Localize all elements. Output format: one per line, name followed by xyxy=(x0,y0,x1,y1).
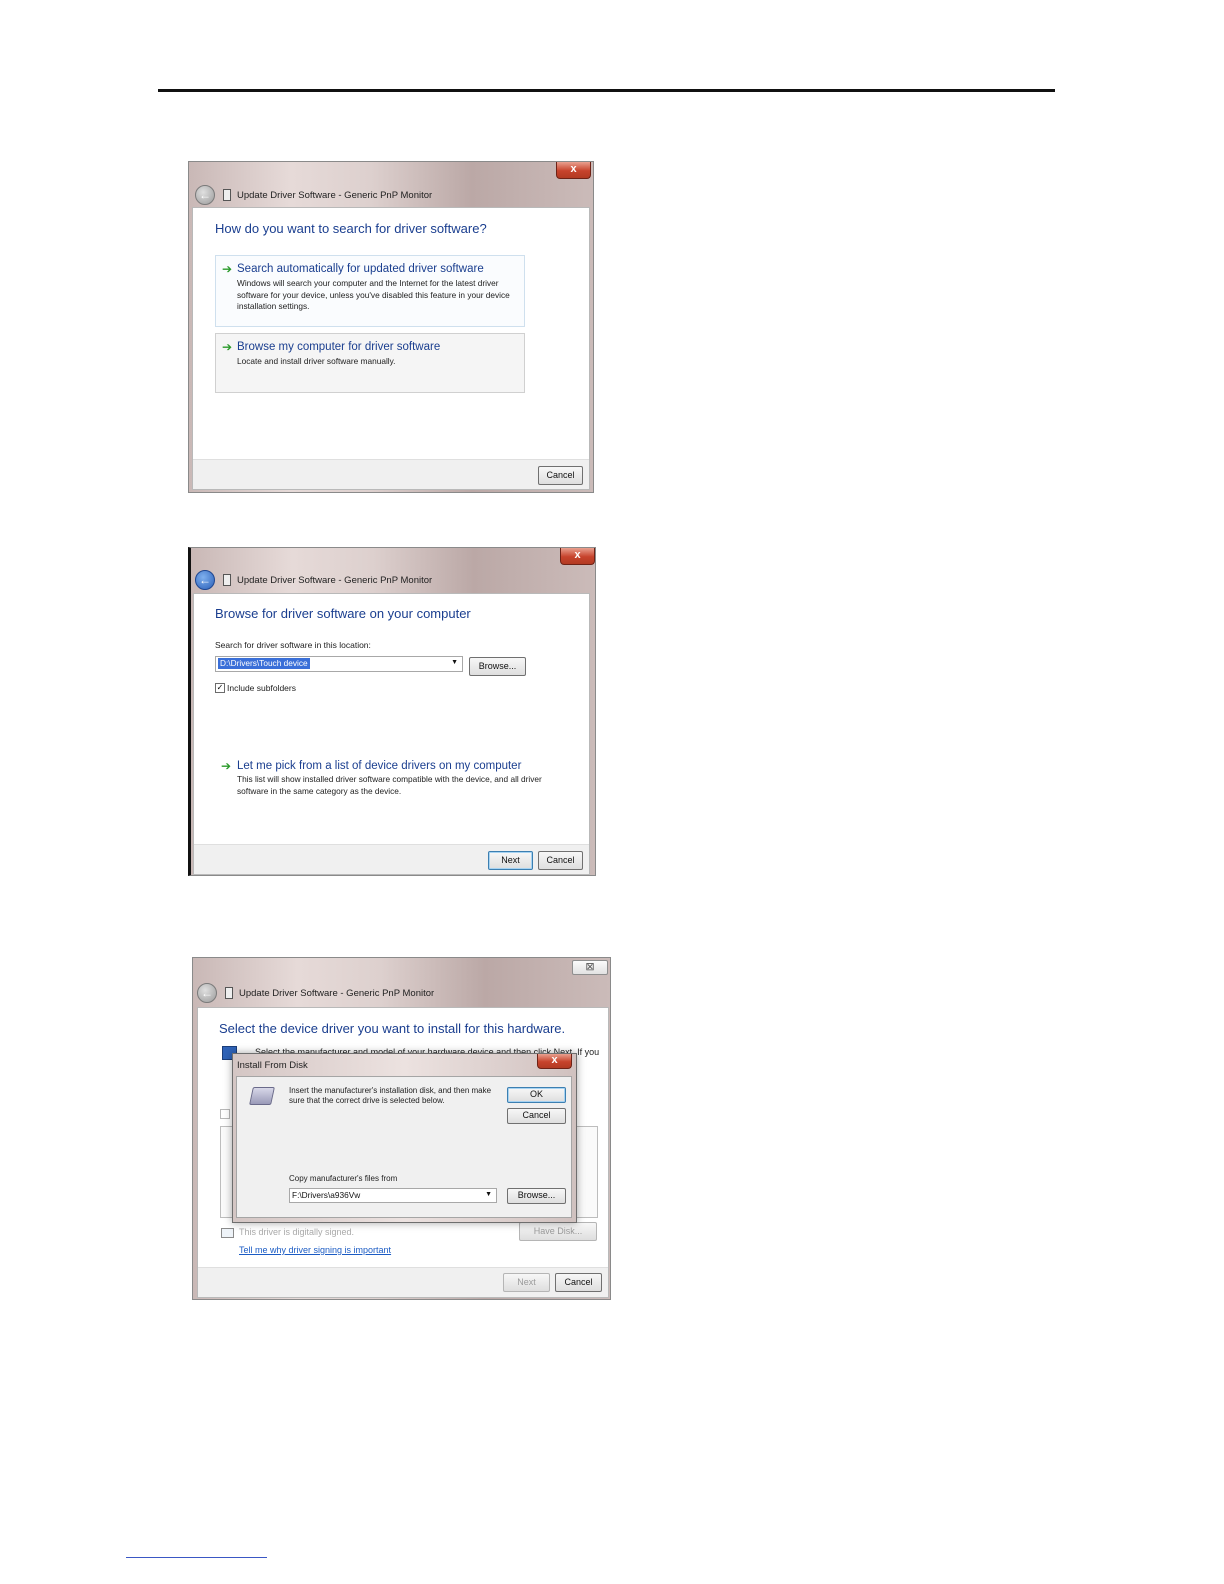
dialog-footer: Next Cancel xyxy=(194,844,589,874)
copy-from-path-combo[interactable]: F:\Drivers\a936Vw ▼ xyxy=(289,1188,497,1203)
device-icon xyxy=(225,987,233,999)
chevron-down-icon[interactable]: ▼ xyxy=(485,1191,492,1198)
disk-install-icon xyxy=(249,1087,275,1105)
driver-path-combo[interactable]: D:\Drivers\Touch device ▼ xyxy=(215,656,463,672)
bottom-rule xyxy=(126,1557,267,1558)
browse-button[interactable]: Browse... xyxy=(507,1188,566,1204)
pick-from-list-link[interactable]: Let me pick from a list of device driver… xyxy=(237,760,521,772)
copy-from-label: Copy manufacturer's files from xyxy=(289,1174,398,1183)
disk-message: Insert the manufacturer's installation d… xyxy=(289,1086,492,1105)
next-button[interactable]: Next xyxy=(488,851,533,870)
browse-computer-option[interactable]: ➔ Browse my computer for driver software… xyxy=(215,333,525,393)
update-driver-dialog-search: x ← Update Driver Software - Generic PnP… xyxy=(188,161,594,493)
signed-status-text: This driver is digitally signed. xyxy=(239,1227,355,1237)
close-button[interactable]: x xyxy=(560,548,595,565)
include-subfolders-label: Include subfolders xyxy=(227,683,296,693)
back-arrow-icon[interactable]: ← xyxy=(195,570,215,590)
option-description: Windows will search your computer and th… xyxy=(237,278,510,311)
signed-driver-icon xyxy=(221,1228,234,1238)
cancel-button[interactable]: Cancel xyxy=(538,466,583,485)
option-title: Browse my computer for driver software xyxy=(237,341,441,353)
title-bar: ← Update Driver Software - Generic PnP M… xyxy=(197,983,434,1003)
title-bar: ← Update Driver Software - Generic PnP M… xyxy=(195,570,432,590)
ok-button[interactable]: OK xyxy=(507,1087,566,1103)
copy-from-path-value[interactable]: F:\Drivers\a936Vw xyxy=(292,1190,360,1201)
back-arrow-icon[interactable]: ← xyxy=(195,185,215,205)
green-arrow-icon: ➔ xyxy=(222,262,233,276)
option-title: Search automatically for updated driver … xyxy=(237,263,484,275)
next-button[interactable]: Next xyxy=(503,1273,550,1292)
modal-client: Insert the manufacturer's installation d… xyxy=(236,1076,572,1218)
install-from-disk-dialog: x Install From Disk Insert the manufactu… xyxy=(232,1053,577,1223)
title-bar: ← Update Driver Software - Generic PnP M… xyxy=(195,185,432,205)
dialog-footer: Next Cancel xyxy=(198,1267,608,1297)
close-button[interactable]: ⊠ xyxy=(572,960,608,975)
close-button[interactable]: x xyxy=(537,1054,572,1069)
pick-from-list-description: This list will show installed driver sof… xyxy=(237,774,542,796)
green-arrow-icon: ➔ xyxy=(221,759,232,773)
search-automatically-option[interactable]: ➔ Search automatically for updated drive… xyxy=(215,255,525,327)
device-icon xyxy=(223,574,231,586)
modal-title: Install From Disk xyxy=(237,1060,308,1071)
cancel-button[interactable]: Cancel xyxy=(555,1273,602,1292)
search-location-label: Search for driver software in this locat… xyxy=(215,640,371,650)
include-subfolders-checkbox[interactable]: ✓ xyxy=(215,683,225,693)
cancel-button[interactable]: Cancel xyxy=(538,851,583,870)
page-heading: How do you want to search for driver sof… xyxy=(215,221,487,236)
update-driver-dialog-browse: x ← Update Driver Software - Generic PnP… xyxy=(188,547,596,876)
back-arrow-icon[interactable]: ← xyxy=(197,983,217,1003)
have-disk-button[interactable]: Have Disk... xyxy=(519,1222,597,1241)
cancel-button[interactable]: Cancel xyxy=(507,1108,566,1124)
page-heading: Select the device driver you want to ins… xyxy=(219,1021,566,1036)
driver-path-value[interactable]: D:\Drivers\Touch device xyxy=(218,658,310,669)
close-button[interactable]: x xyxy=(556,162,591,179)
browse-button[interactable]: Browse... xyxy=(469,657,526,676)
dialog-client: Browse for driver software on your compu… xyxy=(193,593,590,875)
update-driver-dialog-select: ⊠ ← Update Driver Software - Generic PnP… xyxy=(192,957,611,1300)
driver-signing-link[interactable]: Tell me why driver signing is important xyxy=(239,1245,391,1255)
dialog-client: How do you want to search for driver sof… xyxy=(192,207,590,490)
window-title: Update Driver Software - Generic PnP Mon… xyxy=(237,574,433,586)
compatible-checkbox[interactable] xyxy=(220,1109,230,1119)
top-rule xyxy=(158,89,1055,92)
window-title: Update Driver Software - Generic PnP Mon… xyxy=(237,189,433,201)
green-arrow-icon: ➔ xyxy=(222,340,233,354)
page-heading: Browse for driver software on your compu… xyxy=(215,606,471,621)
dialog-footer: Cancel xyxy=(193,459,589,489)
chevron-down-icon[interactable]: ▼ xyxy=(451,659,458,666)
window-title: Update Driver Software - Generic PnP Mon… xyxy=(239,987,435,999)
device-icon xyxy=(223,189,231,201)
option-description: Locate and install driver software manua… xyxy=(237,356,396,366)
